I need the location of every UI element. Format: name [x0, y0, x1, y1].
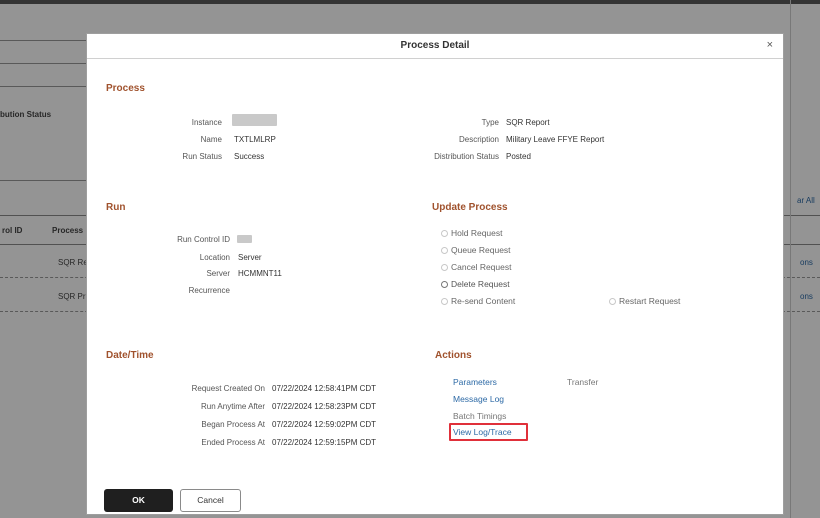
section-title-actions: Actions: [435, 350, 472, 361]
section-title-update-process: Update Process: [432, 202, 508, 213]
cancel-button[interactable]: Cancel: [180, 489, 241, 512]
description-label: Description: [458, 135, 499, 144]
run-anytime-value: 07/22/2024 12:58:23PM CDT: [272, 402, 377, 411]
parameters-link[interactable]: Parameters: [453, 377, 497, 387]
process-detail-modal: Process Detail × Process Instance Name T…: [86, 33, 784, 515]
type-value: SQR Report: [506, 118, 550, 127]
cancel-request-radio[interactable]: Cancel Request: [441, 262, 511, 272]
name-label: Name: [200, 135, 222, 144]
server-label: Server: [206, 269, 230, 278]
radio-label: Delete Request: [451, 279, 510, 289]
ended-process-value: 07/22/2024 12:59:15PM CDT: [272, 438, 377, 447]
location-value: Server: [238, 253, 262, 262]
distribution-status-label: Distribution Status: [434, 152, 499, 161]
section-title-process: Process: [106, 83, 145, 94]
name-value: TXTLMLRP: [234, 135, 276, 144]
resend-content-radio[interactable]: Re-send Content: [441, 296, 515, 306]
radio-button-icon: [609, 297, 616, 305]
radio-button-icon: [441, 280, 448, 288]
server-value: HCMMNT11: [238, 269, 282, 278]
instance-value-redacted: [232, 114, 277, 126]
restart-request-radio[interactable]: Restart Request: [609, 296, 680, 306]
run-control-id-redacted: [237, 235, 252, 243]
close-icon[interactable]: ×: [767, 39, 773, 51]
radio-label: Re-send Content: [451, 296, 516, 306]
run-control-id-label: Run Control ID: [177, 235, 230, 244]
run-status-value: Success: [234, 152, 265, 161]
ended-process-label: Ended Process At: [201, 438, 265, 447]
radio-button-icon: [441, 263, 448, 271]
radio-label: Hold Request: [451, 228, 503, 238]
description-value: Military Leave FFYE Report: [506, 135, 605, 144]
request-created-label: Request Created On: [191, 384, 265, 393]
request-created-value: 07/22/2024 12:58:41PM CDT: [272, 384, 377, 393]
distribution-status-value: Posted: [506, 152, 531, 161]
began-process-label: Began Process At: [201, 420, 265, 429]
radio-button-icon: [441, 297, 448, 305]
type-label: Type: [481, 118, 499, 127]
delete-request-radio[interactable]: Delete Request: [441, 279, 510, 289]
radio-button-icon: [441, 229, 448, 237]
section-title-run: Run: [106, 202, 126, 213]
radio-button-icon: [441, 246, 448, 254]
hold-request-radio[interactable]: Hold Request: [441, 228, 503, 238]
queue-request-radio[interactable]: Queue Request: [441, 245, 511, 255]
radio-label: Queue Request: [451, 245, 511, 255]
began-process-value: 07/22/2024 12:59:02PM CDT: [272, 420, 377, 429]
run-anytime-label: Run Anytime After: [200, 402, 265, 411]
location-label: Location: [199, 253, 230, 262]
message-log-link[interactable]: Message Log: [453, 394, 504, 404]
batch-timings-action: Batch Timings: [453, 411, 507, 421]
section-title-datetime: Date/Time: [106, 350, 154, 361]
instance-label: Instance: [191, 118, 222, 127]
view-log-trace-link[interactable]: View Log/Trace: [453, 427, 512, 437]
radio-label: Cancel Request: [451, 262, 512, 272]
run-status-label: Run Status: [182, 152, 222, 161]
modal-title-bar: Process Detail ×: [87, 34, 783, 59]
ok-button[interactable]: OK: [104, 489, 173, 512]
radio-label: Restart Request: [619, 296, 681, 306]
modal-title: Process Detail: [400, 40, 470, 51]
recurrence-label: Recurrence: [188, 286, 230, 295]
transfer-action: Transfer: [567, 377, 599, 387]
